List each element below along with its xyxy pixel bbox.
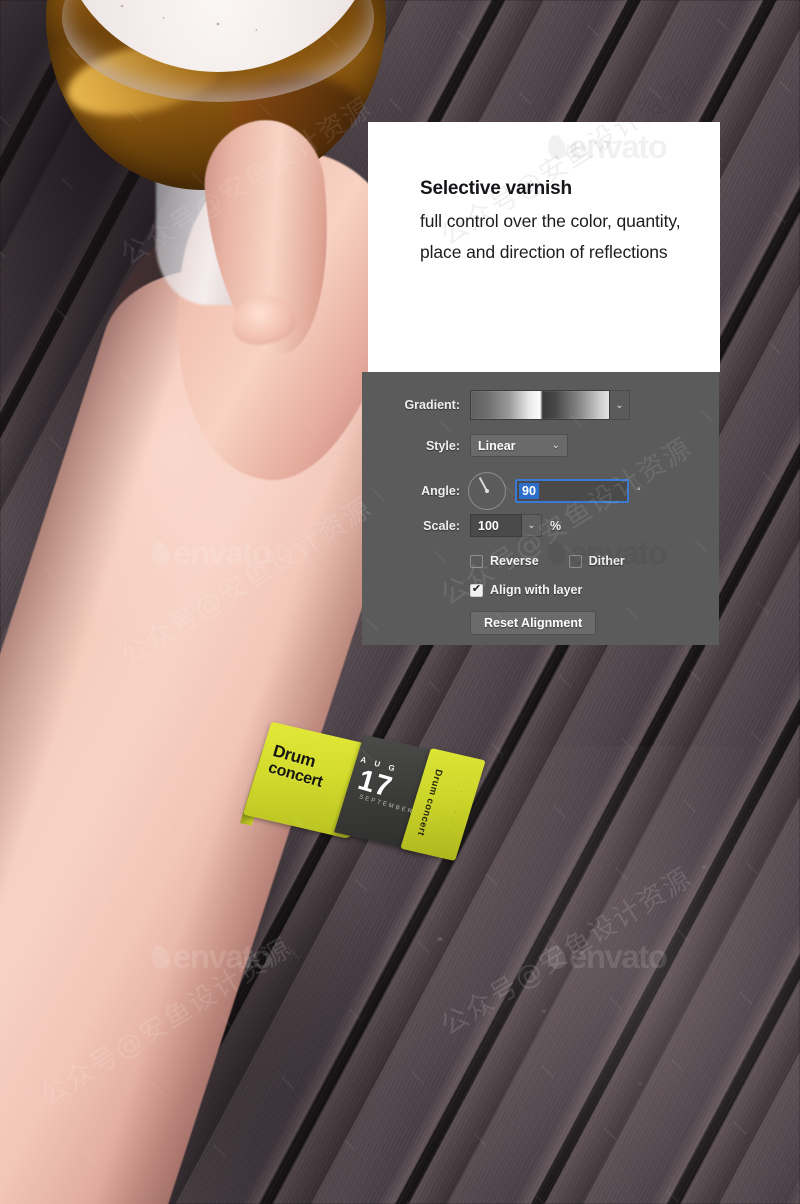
align-with-layer-row: Align with layer: [470, 583, 582, 597]
toggles-row: Reverse Dither: [470, 554, 625, 568]
scale-input[interactable]: 100: [470, 514, 522, 537]
align-with-layer-checkbox[interactable]: [470, 583, 483, 597]
angle-row: Angle: 90 °: [376, 472, 641, 510]
event-wristband: Drum concert A U G 17 SEPTEMBER Drum con…: [240, 716, 486, 862]
angle-value: 90: [519, 483, 539, 499]
reverse-label: Reverse: [490, 554, 539, 568]
gradient-row: Gradient: ⌄: [376, 390, 706, 420]
angle-dial-icon[interactable]: [468, 472, 506, 510]
gradient-preview-swatch[interactable]: [470, 390, 610, 420]
reverse-checkbox[interactable]: [470, 554, 483, 568]
style-select[interactable]: Linear ⌄: [470, 434, 568, 457]
style-row: Style: Linear ⌄: [376, 434, 568, 457]
angle-label: Angle:: [421, 484, 460, 498]
chevron-down-icon[interactable]: ⌄: [610, 390, 630, 420]
reset-alignment-button[interactable]: Reset Alignment: [470, 611, 597, 635]
screenshot-root: Drum concert A U G 17 SEPTEMBER Drum con…: [0, 0, 800, 1204]
caption-title: Selective varnish: [420, 178, 572, 199]
scale-label: Scale:: [423, 518, 460, 533]
align-with-layer-label: Align with layer: [490, 583, 583, 597]
dither-checkbox[interactable]: [568, 554, 582, 568]
scale-value: 100: [478, 518, 499, 533]
gradient-label: Gradient:: [404, 398, 460, 412]
caption-panel: Selective varnish full control over the …: [368, 122, 720, 372]
degree-symbol: °: [637, 486, 641, 496]
gradient-overlay-dialog: Gradient: ⌄ Style: Linear ⌄ Angle: 90 ° …: [362, 372, 719, 645]
angle-input[interactable]: 90: [515, 479, 629, 503]
scale-row: Scale: 100 ⌄ %: [376, 514, 561, 537]
style-label: Style:: [425, 438, 460, 453]
angle-dial-center: [485, 489, 489, 493]
caption-body: full control over the color, quantity, p…: [420, 211, 681, 262]
style-select-value: Linear: [478, 438, 516, 453]
dither-label: Dither: [588, 554, 625, 568]
chevron-down-icon[interactable]: ⌄: [522, 514, 542, 537]
percent-symbol: %: [550, 518, 562, 533]
chevron-down-icon: ⌄: [551, 440, 560, 451]
